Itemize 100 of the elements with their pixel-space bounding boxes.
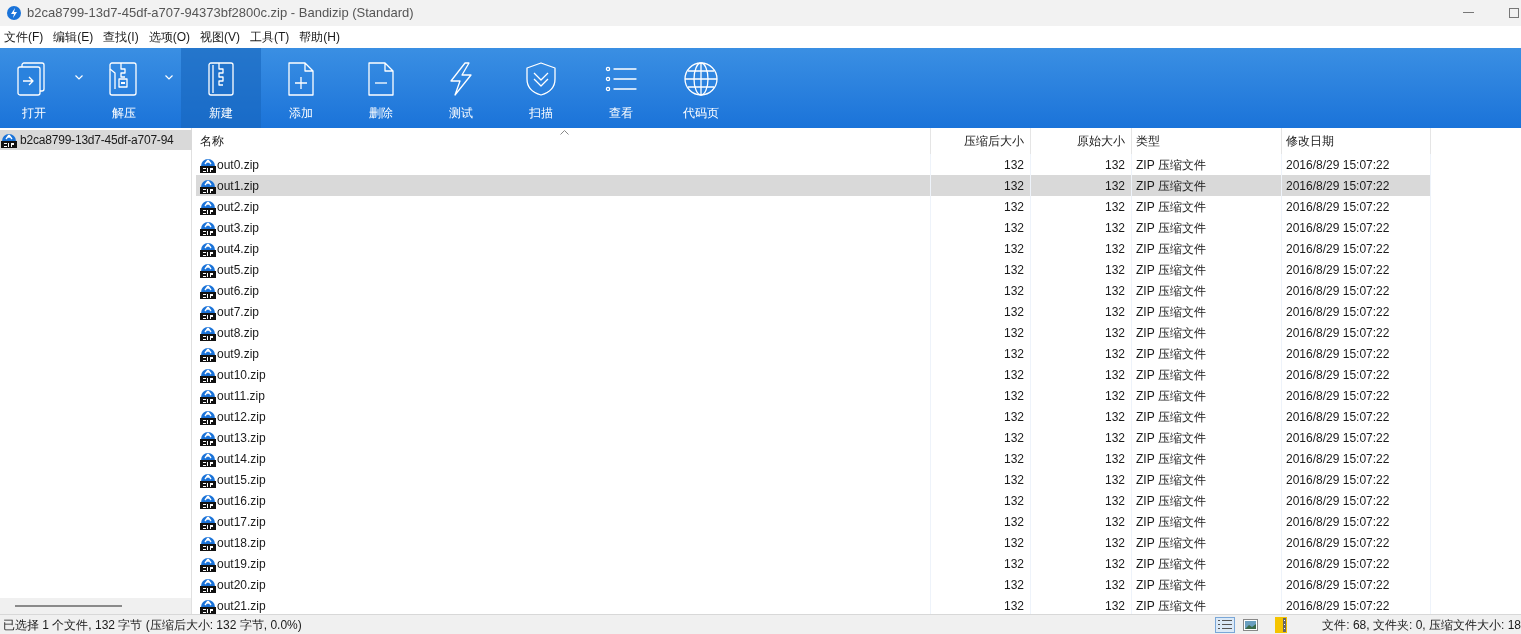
globe-icon: [683, 61, 719, 97]
table-cell: out5.zip: [196, 259, 931, 280]
table-cell: ZIP 压缩文件: [1132, 280, 1282, 301]
toolbar-button[interactable]: 代码页: [661, 48, 741, 128]
table-cell: 132: [1031, 301, 1132, 322]
file-row[interactable]: out16.zip 132 132 ZIP 压缩文件 2016/8/29 15:07:22: [196, 490, 1431, 511]
table-cell: ZIP 压缩文件: [1132, 259, 1282, 280]
table-cell: 132: [1031, 259, 1132, 280]
zip-file-icon: [200, 366, 216, 383]
menu-item[interactable]: 帮助(H): [295, 26, 344, 48]
table-cell: 2016/8/29 15:07:22: [1282, 322, 1431, 343]
caret-icon: [74, 75, 83, 80]
table-cell: 132: [1031, 385, 1132, 406]
table-cell: ZIP 压缩文件: [1132, 196, 1282, 217]
column-header[interactable]: 修改日期: [1282, 128, 1431, 154]
app-logo-icon: [7, 6, 21, 20]
file-row[interactable]: out4.zip 132 132 ZIP 压缩文件 2016/8/29 15:07:22: [196, 238, 1431, 259]
file-row[interactable]: out18.zip 132 132 ZIP 压缩文件 2016/8/29 15:07:22: [196, 532, 1431, 553]
table-cell: 2016/8/29 15:07:22: [1282, 448, 1431, 469]
menu-item[interactable]: 选项(O): [144, 26, 194, 48]
zip-file-icon: [200, 576, 216, 593]
table-cell: out8.zip: [196, 322, 931, 343]
toolbar-button[interactable]: 打开: [1, 48, 66, 128]
table-cell: 132: [931, 322, 1031, 343]
file-row[interactable]: out20.zip 132 132 ZIP 压缩文件 2016/8/29 15:07:22: [196, 574, 1431, 595]
table-cell: 2016/8/29 15:07:22: [1282, 343, 1431, 364]
toolbar-button[interactable]: 扫描: [501, 48, 581, 128]
table-cell: 132: [1031, 343, 1132, 364]
maximize-icon: [1509, 8, 1519, 18]
table-cell: out17.zip: [196, 511, 931, 532]
archive-summary-text: 文件: 68, 文件夹: 0, 压缩文件大小: 18: [1322, 616, 1521, 634]
file-row[interactable]: out3.zip 132 132 ZIP 压缩文件 2016/8/29 15:07:22: [196, 217, 1431, 238]
horizontal-scrollbar[interactable]: [0, 598, 191, 614]
table-cell: 132: [1031, 427, 1132, 448]
file-row[interactable]: out14.zip 132 132 ZIP 压缩文件 2016/8/29 15:07:22: [196, 448, 1431, 469]
table-cell: ZIP 压缩文件: [1132, 301, 1282, 322]
zip-file-icon: [200, 429, 216, 446]
menu-item[interactable]: 查找(I): [99, 26, 143, 48]
table-cell: 2016/8/29 15:07:22: [1282, 427, 1431, 448]
menu-item[interactable]: 工具(T): [246, 26, 294, 48]
table-cell: 132: [931, 280, 1031, 301]
column-header[interactable]: 类型: [1132, 128, 1282, 154]
column-header[interactable]: 压缩后大小: [931, 128, 1031, 154]
file-row[interactable]: out13.zip 132 132 ZIP 压缩文件 2016/8/29 15:07:22: [196, 427, 1431, 448]
thumbnail-view-icon[interactable]: [1243, 618, 1259, 631]
column-header[interactable]: 原始大小: [1031, 128, 1132, 154]
menu-item[interactable]: 视图(V): [196, 26, 244, 48]
table-cell: 132: [931, 217, 1031, 238]
zip-file-icon: [200, 198, 216, 215]
toolbar-button[interactable]: 测试: [421, 48, 501, 128]
table-cell: out12.zip: [196, 406, 931, 427]
file-row[interactable]: out12.zip 132 132 ZIP 压缩文件 2016/8/29 15:07:22: [196, 406, 1431, 427]
caret-icon: [164, 75, 173, 80]
table-cell: 2016/8/29 15:07:22: [1282, 385, 1431, 406]
file-row[interactable]: out1.zip 132 132 ZIP 压缩文件 2016/8/29 15:07:22: [196, 175, 1431, 196]
file-row[interactable]: out8.zip 132 132 ZIP 压缩文件 2016/8/29 15:07:22: [196, 322, 1431, 343]
file-row[interactable]: out17.zip 132 132 ZIP 压缩文件 2016/8/29 15:07:22: [196, 511, 1431, 532]
table-cell: 132: [1031, 280, 1132, 301]
file-row[interactable]: out15.zip 132 132 ZIP 压缩文件 2016/8/29 15:07:22: [196, 469, 1431, 490]
scrollbar-thumb[interactable]: [15, 605, 122, 607]
zip-file-icon: [200, 450, 216, 467]
toolbar-button[interactable]: 删除: [341, 48, 421, 128]
column-header[interactable]: 名称: [196, 128, 931, 154]
table-cell: out13.zip: [196, 427, 931, 448]
zip-file-icon: [200, 282, 216, 299]
file-row[interactable]: out11.zip 132 132 ZIP 压缩文件 2016/8/29 15:07:22: [196, 385, 1431, 406]
toolbar-button[interactable]: 查看: [581, 48, 661, 128]
zip-file-icon: [200, 387, 216, 404]
table-cell: out7.zip: [196, 301, 931, 322]
table-cell: 132: [1031, 217, 1132, 238]
menu-item[interactable]: 编辑(E): [49, 26, 98, 48]
file-row[interactable]: out7.zip 132 132 ZIP 压缩文件 2016/8/29 15:07:22: [196, 301, 1431, 322]
file-row[interactable]: out6.zip 132 132 ZIP 压缩文件 2016/8/29 15:07:22: [196, 280, 1431, 301]
table-cell: 132: [1031, 574, 1132, 595]
tree-item[interactable]: b2ca8799-13d7-45df-a707-94: [0, 130, 192, 150]
window-title: b2ca8799-13d7-45df-a707-94373bf2800c.zip - Bandizip (Standard): [27, 4, 414, 23]
zip-file-icon: [200, 219, 216, 236]
table-cell: 132: [1031, 553, 1132, 574]
table-cell: 2016/8/29 15:07:22: [1282, 301, 1431, 322]
table-cell: 2016/8/29 15:07:22: [1282, 553, 1431, 574]
toolbar-button[interactable]: 解压: [91, 48, 156, 128]
file-row[interactable]: out10.zip 132 132 ZIP 压缩文件 2016/8/29 15:07:22: [196, 364, 1431, 385]
table-cell: 2016/8/29 15:07:22: [1282, 196, 1431, 217]
zip-file-icon: [200, 555, 216, 572]
toolbar-button[interactable]: 添加: [261, 48, 341, 128]
file-row[interactable]: out5.zip 132 132 ZIP 压缩文件 2016/8/29 15:07:22: [196, 259, 1431, 280]
details-view-icon[interactable]: [1215, 616, 1236, 633]
zip-file-icon: [1, 132, 17, 148]
table-cell: 132: [931, 175, 1031, 196]
table-cell: 132: [1031, 448, 1132, 469]
archive-book-icon[interactable]: [1275, 616, 1290, 633]
zip-file-icon: [200, 597, 216, 614]
zip-file-icon: [200, 345, 216, 362]
file-row[interactable]: out2.zip 132 132 ZIP 压缩文件 2016/8/29 15:07:22: [196, 196, 1431, 217]
file-row[interactable]: out9.zip 132 132 ZIP 压缩文件 2016/8/29 15:07:22: [196, 343, 1431, 364]
table-cell: 132: [1031, 238, 1132, 259]
file-row[interactable]: out19.zip 132 132 ZIP 压缩文件 2016/8/29 15:07:22: [196, 553, 1431, 574]
toolbar-button[interactable]: 新建: [181, 48, 261, 128]
table-cell: 132: [1031, 490, 1132, 511]
menu-item[interactable]: 文件(F): [0, 26, 48, 48]
